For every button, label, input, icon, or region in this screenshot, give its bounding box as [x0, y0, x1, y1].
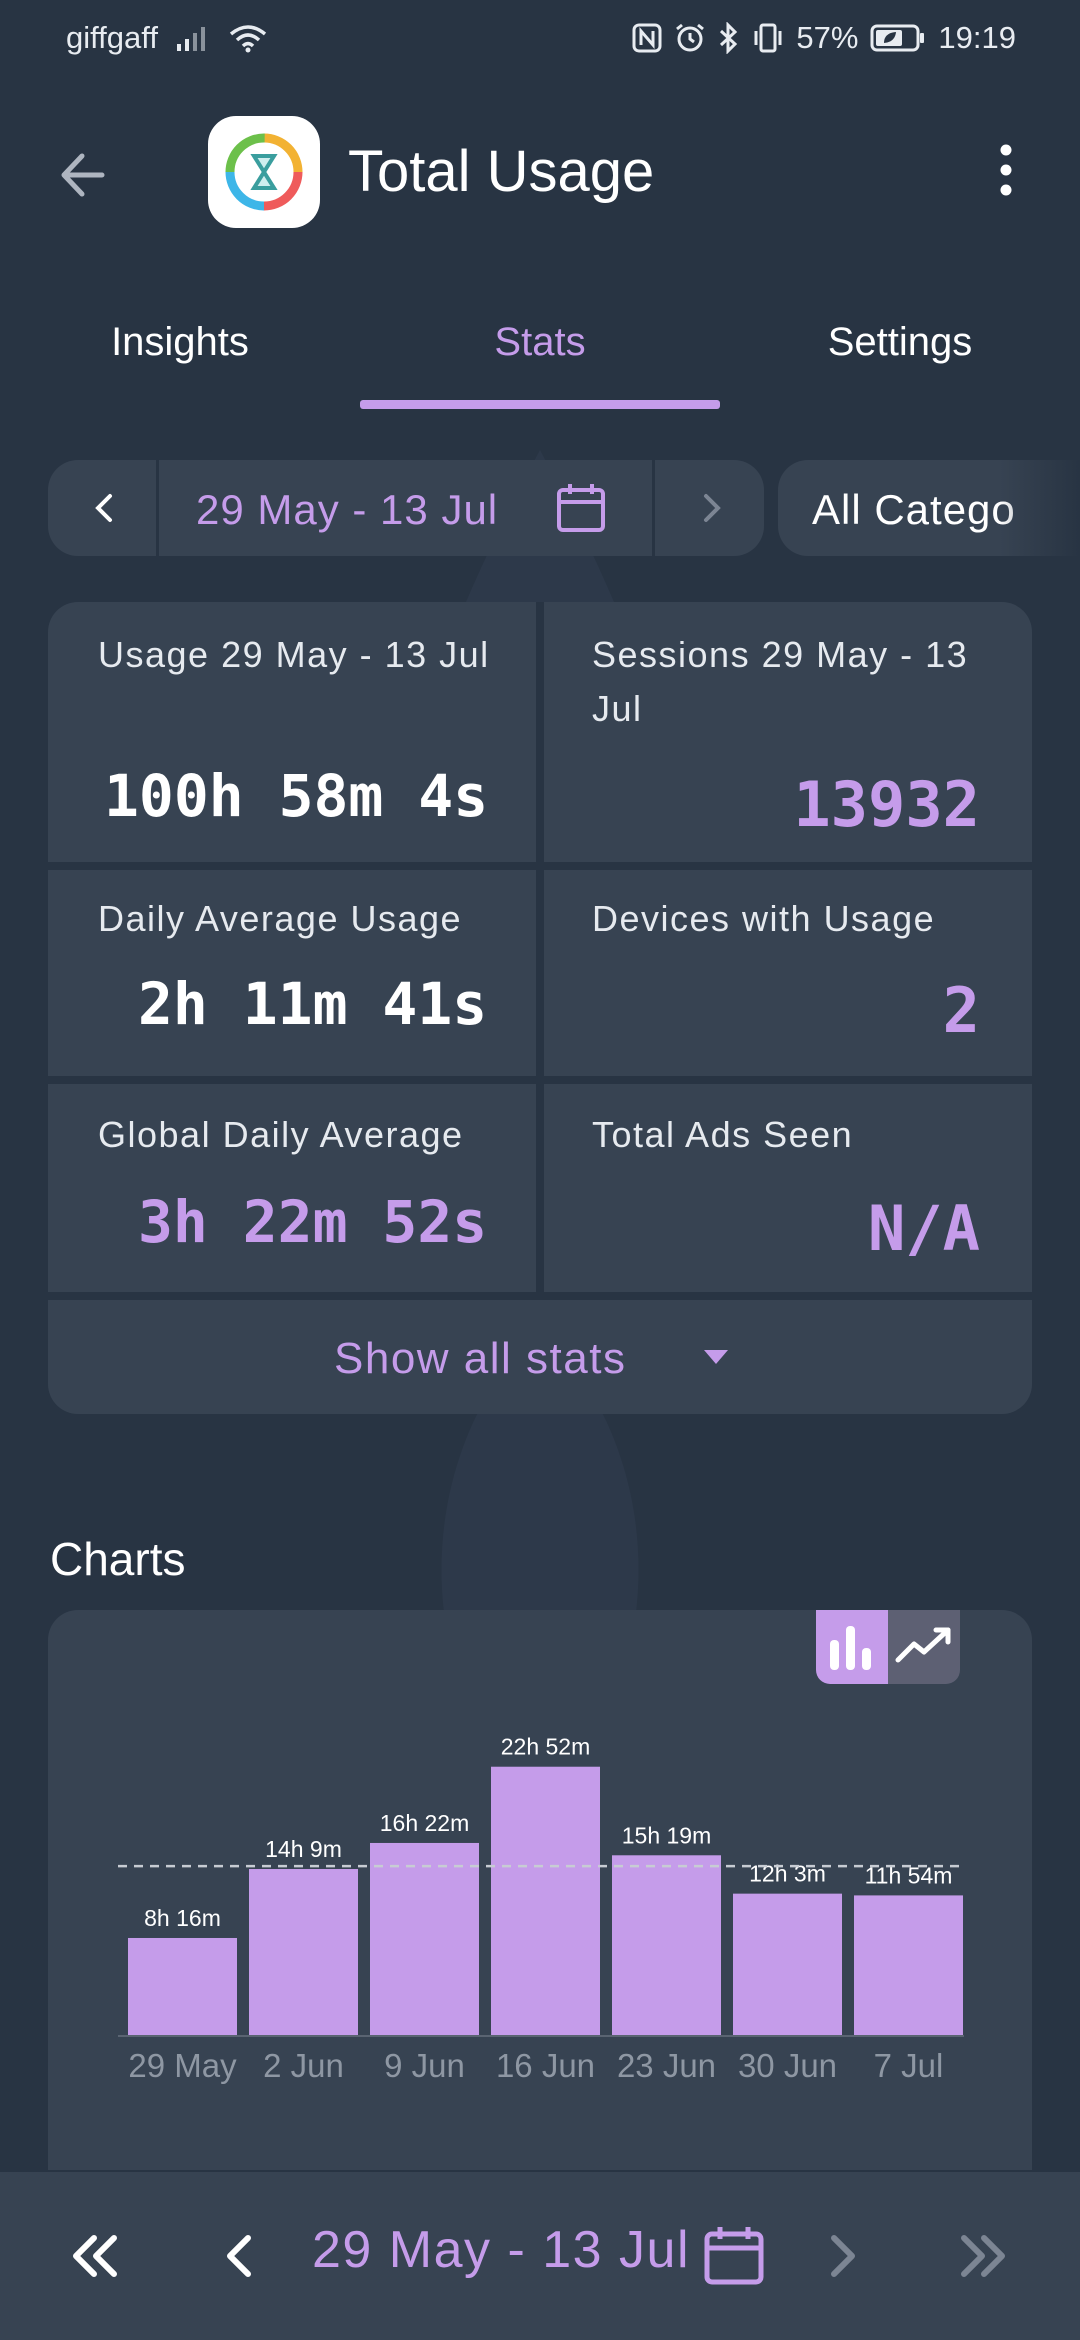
devices-stat: Devices with Usage 2 [544, 870, 1032, 1076]
battery-percent: 57% [796, 20, 859, 55]
chart-bar[interactable] [370, 1842, 479, 2035]
tab-bar: Insights Stats Settings [0, 300, 1080, 412]
divider [652, 460, 655, 556]
chart-bar[interactable] [854, 1895, 963, 2035]
ads-stat: Total Ads Seen N/A [544, 1084, 1032, 1292]
hourglass-icon [225, 133, 303, 211]
x-axis-tick-label: 23 Jun [617, 2047, 716, 2084]
status-bar: giffgaff 57% 19:19 [0, 0, 1080, 76]
nfc-icon [632, 23, 662, 53]
x-axis-tick-label: 9 Jun [384, 2047, 465, 2084]
show-all-stats-label: Show all stats [334, 1334, 627, 1383]
chart-data-label: 12h 3m [749, 1861, 826, 1887]
x-axis-tick-label: 7 Jul [874, 2047, 944, 2084]
vibrate-icon [754, 23, 782, 53]
bar-chart-toggle[interactable] [816, 1610, 888, 1684]
stats-card: Usage 29 May - 13 Jul 100h 58m 4s Sessio… [48, 602, 1032, 1414]
tab-indicator [360, 400, 720, 409]
devices-label: Devices with Usage [592, 898, 936, 939]
carrier-label: giffgaff [66, 20, 158, 55]
show-all-stats-button[interactable]: Show all stats [48, 1300, 1032, 1414]
next-range-icon[interactable] [814, 2224, 870, 2288]
caret-down-icon [704, 1350, 728, 1364]
signal-icon [176, 27, 205, 51]
sessions-value: 13932 [793, 768, 980, 841]
clock: 19:19 [938, 20, 1016, 55]
ads-label: Total Ads Seen [592, 1114, 854, 1155]
x-axis-tick-label: 16 Jun [496, 2047, 595, 2084]
bluetooth-icon [720, 22, 738, 54]
chart-data-label: 16h 22m [380, 1810, 470, 1836]
tab-settings[interactable]: Settings [720, 300, 1080, 412]
daily-average-label: Daily Average Usage [98, 898, 463, 939]
chart-bar[interactable] [612, 1855, 721, 2035]
line-chart-toggle[interactable] [888, 1610, 960, 1684]
last-range-icon[interactable] [950, 2224, 1016, 2288]
next-range-button[interactable] [658, 460, 764, 556]
back-arrow-icon[interactable] [50, 140, 120, 210]
daily-average-value: 2h 11m 41s [138, 970, 488, 1038]
bottom-date-range-label[interactable]: 29 May - 13 Jul [312, 2220, 690, 2280]
first-range-icon[interactable] [62, 2224, 128, 2288]
sessions-label: Sessions 29 May - 13 Jul [592, 634, 969, 729]
previous-range-icon[interactable] [212, 2224, 268, 2288]
devices-value: 2 [942, 974, 980, 1047]
chart-data-label: 15h 19m [622, 1822, 712, 1848]
battery-icon [870, 24, 925, 52]
category-filter[interactable]: All Catego [778, 460, 1080, 556]
global-average-value: 3h 22m 52s [138, 1188, 488, 1256]
alarm-icon [676, 23, 705, 52]
divider [156, 460, 159, 556]
tab-stats[interactable]: Stats [360, 300, 720, 412]
chart-bar[interactable] [733, 1893, 842, 2035]
app-logo [208, 116, 320, 228]
ads-value: N/A [868, 1192, 980, 1265]
bar-chart-icon [830, 1626, 871, 1670]
wifi-icon [229, 25, 267, 53]
chart-data-label: 8h 16m [144, 1905, 221, 1931]
chart-data-label: 22h 52m [501, 1734, 591, 1760]
global-average-label: Global Daily Average [98, 1114, 464, 1155]
global-average-stat: Global Daily Average 3h 22m 52s [48, 1084, 536, 1292]
more-options-icon[interactable] [986, 140, 1026, 200]
page-title: Total Usage [348, 139, 655, 204]
chart-bar[interactable] [491, 1766, 600, 2035]
chart-data-label: 14h 9m [265, 1836, 342, 1862]
previous-range-button[interactable] [48, 460, 158, 556]
x-axis-tick-label: 29 May [128, 2047, 237, 2084]
charts-heading: Charts [50, 1533, 186, 1585]
date-range-selector: 29 May - 13 Jul [48, 460, 764, 556]
calendar-icon[interactable] [702, 2224, 766, 2288]
bottom-range-bar: 29 May - 13 Jul [0, 2172, 1080, 2340]
x-axis-tick-label: 30 Jun [738, 2047, 837, 2084]
chart-card: 8h 16m 29 May 14h 9m 2 Jun 16h 22m 9 Jun 22h 5… [48, 1610, 1032, 2170]
line-chart-icon [895, 1627, 951, 1663]
tab-insights[interactable]: Insights [0, 300, 360, 412]
bar-chart: 8h 16m 29 May 14h 9m 2 Jun 16h 22m 9 Jun 22h 5… [118, 1734, 964, 2084]
daily-average-stat: Daily Average Usage 2h 11m 41s [48, 870, 536, 1076]
date-range-label[interactable]: 29 May - 13 Jul [196, 486, 498, 534]
chart-type-toggle [816, 1610, 960, 1684]
category-label: All Catego [812, 486, 1016, 533]
sessions-stat: Sessions 29 May - 13 Jul 13932 [544, 602, 1032, 862]
calendar-icon[interactable] [556, 482, 606, 534]
x-axis-tick-label: 2 Jun [263, 2047, 344, 2084]
usage-value: 100h 58m 4s [104, 762, 489, 830]
chart-bar[interactable] [249, 1869, 358, 2035]
chart-bar[interactable] [128, 1937, 237, 2035]
usage-label: Usage 29 May - 13 Jul [98, 634, 490, 675]
usage-stat: Usage 29 May - 13 Jul 100h 58m 4s [48, 602, 536, 862]
